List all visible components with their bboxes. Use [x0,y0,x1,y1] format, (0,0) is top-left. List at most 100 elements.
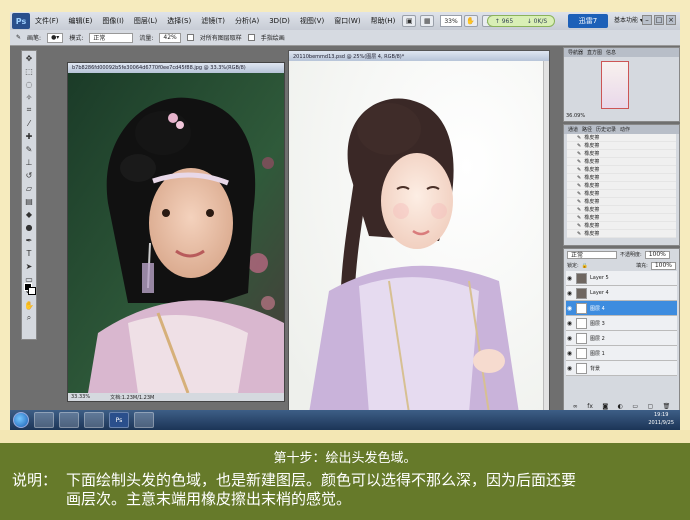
layer-opacity-field[interactable]: 100% [644,250,670,259]
eye-icon[interactable]: ◉ [566,305,573,312]
layer-row[interactable]: ◉ Layer 5 [566,271,677,286]
menu-file[interactable]: 文件(F) [30,16,64,26]
adjustment-icon[interactable]: ◐ [618,403,623,410]
tab-info[interactable]: 信息 [606,49,616,56]
minimize-icon[interactable]: – [642,15,652,25]
menu-edit[interactable]: 编辑(E) [64,16,98,26]
system-clock[interactable]: 19:19 2011/9/25 [648,411,674,427]
hand-tool-icon[interactable]: ✋ [22,299,36,311]
layer-row[interactable]: ◉ 背景 [566,361,677,376]
history-item[interactable]: ✎ 橡皮擦 [567,142,676,150]
hand-icon[interactable]: ✋ [463,15,478,27]
tab-navigator[interactable]: 导航器 [568,49,583,56]
eye-icon[interactable]: ◉ [566,320,573,327]
history-item[interactable]: ✎ 橡皮擦 [567,214,676,222]
eyedropper-tool-icon[interactable]: ⁄ [22,117,36,129]
xunlei-button[interactable]: 迅雷7 [568,14,608,28]
start-button-icon[interactable] [13,412,29,428]
layer-row[interactable]: ◉ 图层 1 [566,346,677,361]
history-item[interactable]: ✎ 橡皮擦 [567,182,676,190]
tab-actions[interactable]: 动作 [620,126,630,133]
menu-3d[interactable]: 3D(D) [264,17,295,25]
pen-tool-icon[interactable]: ✒ [22,234,36,246]
workspace-switcher[interactable]: 基本功能 ▾ [614,15,643,24]
fill-field[interactable]: 100% [650,261,676,270]
history-item[interactable]: ✎ 橡皮擦 [567,230,676,238]
zoom-tool-icon[interactable]: ⌕ [22,312,36,324]
group-icon[interactable]: ▭ [632,403,638,410]
tab-histogram[interactable]: 直方图 [587,49,602,56]
lock-icon[interactable]: 🔒 [582,263,588,269]
healing-tool-icon[interactable]: ✚ [22,130,36,142]
trash-icon[interactable]: 🗑 [663,403,671,410]
navigator-thumbnail[interactable] [601,61,629,109]
navigator-zoom[interactable]: 36.09% [566,113,585,119]
eye-icon[interactable]: ◉ [566,335,573,342]
dodge-tool-icon[interactable]: ● [22,221,36,233]
history-item[interactable]: ✎ 橡皮擦 [567,190,676,198]
tab-channels[interactable]: 通道 [568,126,578,133]
menu-help[interactable]: 帮助(H) [366,16,401,26]
history-item[interactable]: ✎ 橡皮擦 [567,222,676,230]
history-item[interactable]: ✎ 橡皮擦 [567,174,676,182]
menu-image[interactable]: 图像(I) [97,16,129,26]
brush-tool-icon[interactable]: ✎ [16,34,21,41]
history-brush-icon[interactable]: ↺ [22,169,36,181]
eraser-tool-icon[interactable]: ▱ [22,182,36,194]
brush-size-picker[interactable]: ●▾ [47,32,64,43]
menu-layer[interactable]: 图层(L) [129,16,162,26]
background-color-swatch[interactable] [28,287,36,295]
eye-icon[interactable]: ◉ [566,365,573,372]
layer-row[interactable]: ◉ 图层 2 [566,331,677,346]
doc2-title[interactable]: 20110bemmd13.psd @ 25%(图层 4, RGB/8)* [289,51,549,61]
blur-tool-icon[interactable]: ◆ [22,208,36,220]
layer-row[interactable]: ◉ 图层 4 [566,301,677,316]
document-window-painting[interactable]: 20110bemmd13.psd @ 25%(图层 4, RGB/8)* [288,50,550,414]
history-item[interactable]: ✎ 橡皮擦 [567,198,676,206]
menu-analysis[interactable]: 分析(A) [230,16,264,26]
move-tool-icon[interactable]: ✥ [22,52,36,64]
new-layer-icon[interactable]: ▢ [648,403,654,410]
gradient-tool-icon[interactable]: ▤ [22,195,36,207]
bridge-icon[interactable]: ▣ [402,15,417,27]
document-window-reference[interactable]: b7b8286fd00092b5fe30064d6770f0ee7cd45f88… [67,62,285,402]
flow-field[interactable]: 42% [159,32,181,43]
zoom-select[interactable]: 33% [440,15,462,27]
stamp-tool-icon[interactable]: ⊥ [22,156,36,168]
history-item[interactable]: ✎ 橡皮擦 [567,134,676,142]
type-tool-icon[interactable]: T [22,247,36,259]
eye-icon[interactable]: ◉ [566,275,573,282]
history-item[interactable]: ✎ 橡皮擦 [567,206,676,214]
finger-paint-checkbox[interactable] [247,34,255,41]
mode-select[interactable]: 正常 [89,32,134,43]
doc1-title[interactable]: b7b8286fd00092b5fe30064d6770f0ee7cd45f88… [68,63,284,73]
quick-select-tool-icon[interactable]: ✧ [22,91,36,103]
menu-select[interactable]: 选择(S) [162,16,196,26]
grid-icon[interactable]: ▦ [420,15,435,27]
blend-mode-select[interactable]: 正常 [567,250,617,259]
layer-row[interactable]: ◉ Layer 4 [566,286,677,301]
marquee-tool-icon[interactable]: ⬚ [22,65,36,77]
fx-icon[interactable]: fx [587,403,593,410]
taskbar-photoshop[interactable]: Ps [109,412,129,428]
menu-filter[interactable]: 滤镜(T) [196,16,230,26]
close-icon[interactable]: × [666,15,676,25]
crop-tool-icon[interactable]: ⌗ [22,104,36,116]
eye-icon[interactable]: ◉ [566,290,573,297]
link-icon[interactable]: ∞ [573,403,578,410]
taskbar-media[interactable] [84,412,104,428]
layer-row[interactable]: ◉ 图层 3 [566,316,677,331]
menu-window[interactable]: 窗口(W) [329,16,365,26]
maximize-icon[interactable]: □ [654,15,664,25]
menu-view[interactable]: 视图(V) [295,16,329,26]
mask-icon[interactable]: ◙ [602,403,608,410]
tab-paths[interactable]: 路径 [582,126,592,133]
history-item[interactable]: ✎ 橡皮擦 [567,166,676,174]
lasso-tool-icon[interactable]: ◌ [22,78,36,90]
eye-icon[interactable]: ◉ [566,350,573,357]
history-item[interactable]: ✎ 橡皮擦 [567,158,676,166]
taskbar-explorer[interactable] [34,412,54,428]
doc2-scrollbar[interactable] [543,61,549,412]
tab-history[interactable]: 历史记录 [596,126,616,133]
taskbar-qq[interactable] [134,412,154,428]
